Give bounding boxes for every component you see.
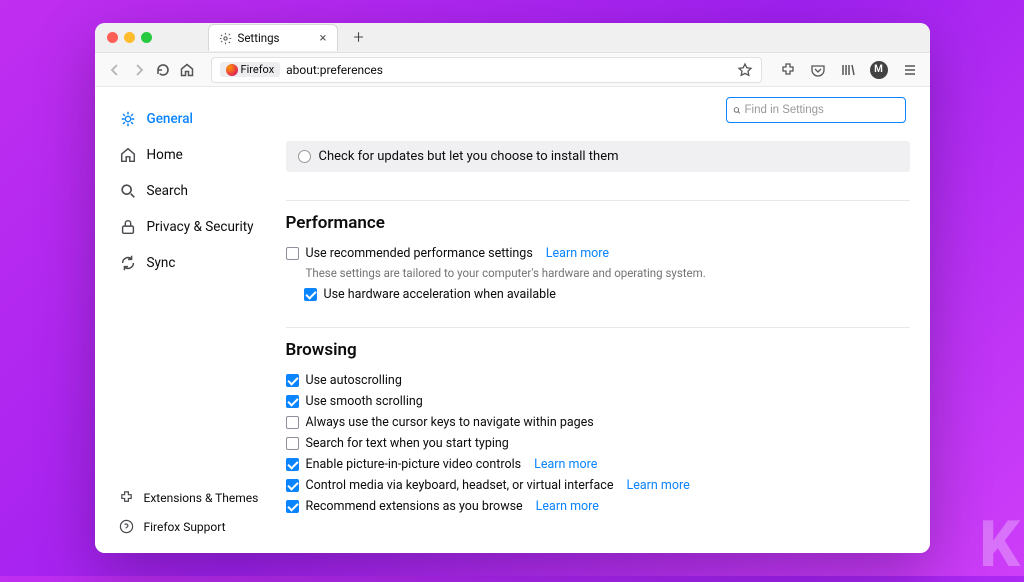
learn-more-link[interactable]: Learn more [534, 457, 597, 472]
browsing-autoscroll-row[interactable]: Use autoscrolling [286, 370, 910, 391]
checkbox-checked[interactable] [304, 288, 317, 301]
sidebar: General Home Search Privacy & Security S… [95, 87, 280, 553]
perf-description: These settings are tailored to your comp… [306, 264, 910, 284]
lock-icon [119, 218, 137, 236]
sidebar-item-privacy[interactable]: Privacy & Security [113, 213, 280, 241]
checkbox-checked[interactable] [286, 395, 299, 408]
checkbox-checked[interactable] [286, 458, 299, 471]
window-minimize-button[interactable] [124, 32, 135, 43]
new-tab-button[interactable]: + [354, 27, 364, 48]
browsing-find-row[interactable]: Search for text when you start typing [286, 433, 910, 454]
checkbox-label: Search for text when you start typing [306, 436, 509, 451]
search-icon [119, 182, 137, 200]
window-close-button[interactable] [107, 32, 118, 43]
bookmark-star-icon[interactable] [737, 62, 753, 78]
url-text: about:preferences [286, 63, 383, 77]
titlebar: Settings × + [95, 23, 930, 53]
toolbar: Firefox about:preferences M [95, 53, 930, 87]
section-heading: Browsing [286, 327, 910, 360]
radio-unchecked[interactable] [298, 150, 311, 163]
checkbox-unchecked[interactable] [286, 416, 299, 429]
account-avatar[interactable]: M [870, 61, 888, 79]
identity-badge: Firefox [220, 62, 281, 77]
help-icon [119, 519, 134, 534]
browsing-pip-row[interactable]: Enable picture-in-picture video controls… [286, 454, 910, 475]
url-bar[interactable]: Firefox about:preferences [211, 57, 762, 83]
gear-icon [119, 110, 137, 128]
sidebar-label: Extensions & Themes [144, 491, 259, 505]
learn-more-link[interactable]: Learn more [536, 499, 599, 514]
browsing-cursor-row[interactable]: Always use the cursor keys to navigate w… [286, 412, 910, 433]
library-icon[interactable] [840, 62, 856, 78]
performance-section: Performance Use recommended performance … [286, 200, 910, 305]
checkbox-unchecked[interactable] [286, 247, 299, 260]
reload-button[interactable] [155, 62, 171, 78]
sidebar-label: Sync [147, 255, 176, 271]
checkbox-checked[interactable] [286, 479, 299, 492]
browser-window: Settings × + Firefox about:preferences M [95, 23, 930, 553]
sidebar-firefox-support[interactable]: Firefox Support [113, 514, 280, 539]
sidebar-extensions-themes[interactable]: Extensions & Themes [113, 485, 280, 510]
section-heading: Performance [286, 200, 910, 233]
sidebar-label: Search [147, 183, 188, 199]
firefox-logo-icon [226, 64, 238, 76]
sync-icon [119, 254, 137, 272]
sidebar-item-home[interactable]: Home [113, 141, 280, 169]
checkbox-label: Use recommended performance settings [306, 246, 533, 261]
browsing-media-row[interactable]: Control media via keyboard, headset, or … [286, 475, 910, 496]
forward-button[interactable] [131, 62, 147, 78]
gear-icon [219, 32, 232, 45]
home-icon [119, 146, 137, 164]
browsing-recommend-row[interactable]: Recommend extensions as you browse Learn… [286, 496, 910, 517]
checkbox-label: Control media via keyboard, headset, or … [306, 478, 614, 493]
checkbox-label: Use hardware acceleration when available [324, 287, 556, 302]
sidebar-label: Home [147, 147, 183, 163]
toolbar-right: M [780, 61, 918, 79]
update-option-row[interactable]: Check for updates but let you choose to … [286, 141, 910, 172]
tab-title: Settings [238, 31, 280, 45]
update-option-label: Check for updates but let you choose to … [319, 149, 619, 164]
app-menu-icon[interactable] [902, 62, 918, 78]
checkbox-checked[interactable] [286, 374, 299, 387]
sidebar-label: General [147, 111, 193, 127]
sidebar-label: Privacy & Security [147, 219, 254, 235]
puzzle-icon [119, 490, 134, 505]
browsing-smooth-row[interactable]: Use smooth scrolling [286, 391, 910, 412]
checkbox-label: Use autoscrolling [306, 373, 402, 388]
settings-main: Check for updates but let you choose to … [280, 87, 930, 553]
checkbox-label: Always use the cursor keys to navigate w… [306, 415, 594, 430]
back-button[interactable] [107, 62, 123, 78]
search-icon [733, 105, 741, 116]
close-tab-icon[interactable]: × [320, 31, 327, 46]
checkbox-label: Use smooth scrolling [306, 394, 423, 409]
sidebar-item-search[interactable]: Search [113, 177, 280, 205]
settings-search[interactable] [726, 97, 906, 123]
extensions-icon[interactable] [780, 62, 796, 78]
content-area: General Home Search Privacy & Security S… [95, 87, 930, 553]
identity-label: Firefox [241, 63, 275, 76]
home-button[interactable] [179, 62, 195, 78]
sidebar-item-general[interactable]: General [113, 105, 280, 133]
watermark: K [979, 507, 1016, 582]
checkbox-label: Recommend extensions as you browse [306, 499, 523, 514]
pocket-icon[interactable] [810, 62, 826, 78]
settings-search-input[interactable] [745, 104, 899, 116]
browser-tab[interactable]: Settings × [208, 24, 338, 51]
sidebar-item-sync[interactable]: Sync [113, 249, 280, 277]
learn-more-link[interactable]: Learn more [546, 246, 609, 261]
browsing-section: Browsing Use autoscrolling Use smooth sc… [286, 327, 910, 517]
sidebar-label: Firefox Support [144, 520, 226, 534]
learn-more-link[interactable]: Learn more [626, 478, 689, 493]
checkbox-unchecked[interactable] [286, 437, 299, 450]
checkbox-checked[interactable] [286, 500, 299, 513]
checkbox-label: Enable picture-in-picture video controls [306, 457, 522, 472]
perf-recommended-row[interactable]: Use recommended performance settings Lea… [286, 243, 910, 264]
perf-hw-accel-row[interactable]: Use hardware acceleration when available [304, 284, 910, 305]
window-zoom-button[interactable] [141, 32, 152, 43]
